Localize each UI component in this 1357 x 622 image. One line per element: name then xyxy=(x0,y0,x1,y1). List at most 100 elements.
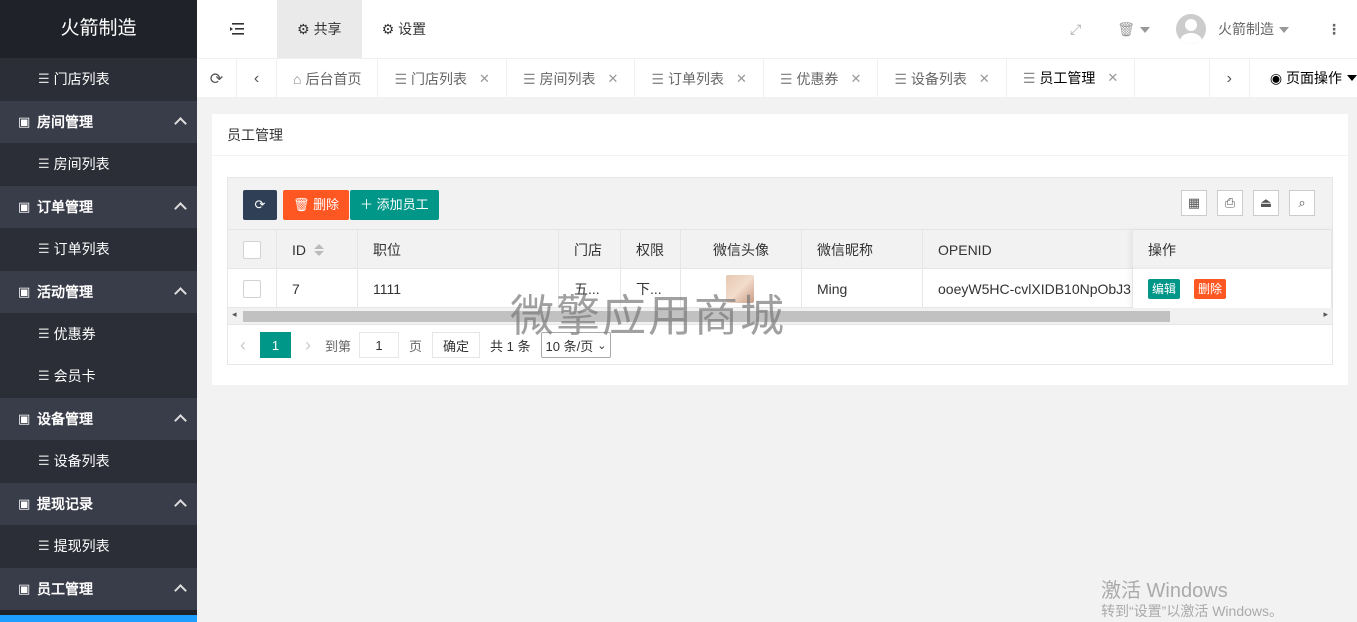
table-row: 7 1111 五... 下... Ming ooeyW5HC-cvlXIDB10… xyxy=(228,269,1332,308)
scrollbar-thumb[interactable] xyxy=(243,311,1170,322)
header-store: 门店 xyxy=(559,230,621,269)
scroll-right-icon[interactable]: ▸ xyxy=(1323,309,1328,320)
user-avatar[interactable] xyxy=(1176,14,1206,44)
trash-dropdown[interactable]: 🗑 xyxy=(1117,21,1150,38)
refresh-tab-button[interactable]: ⟳ xyxy=(197,59,237,99)
sidebar-item-11[interactable]: ☰ 提现列表 xyxy=(0,525,197,567)
search-button[interactable]: ⌕ xyxy=(1289,190,1315,216)
sidebar-item-9[interactable]: ☰ 设备列表 xyxy=(0,440,197,482)
header-id[interactable]: ID xyxy=(277,230,358,269)
share-menu[interactable]: ⚙ 共享 xyxy=(277,0,362,58)
table-header-row: ID 职位 门店 权限 微信头像 微信昵称 OPENID 操作 xyxy=(228,230,1332,269)
tab-label: 订单列表 xyxy=(667,71,724,87)
scroll-left-icon[interactable]: ◂ xyxy=(232,309,237,320)
sort-icon[interactable] xyxy=(314,243,324,256)
page-unit-label: 页 xyxy=(409,338,423,354)
settings-menu[interactable]: ⚙ 设置 xyxy=(362,0,447,58)
confirm-button[interactable]: 确定 xyxy=(432,332,481,358)
sidebar-item-2[interactable]: ☰ 房间列表 xyxy=(0,143,197,185)
tabs-prev-button[interactable]: ‹ xyxy=(237,59,277,99)
print-button[interactable]: ⎙ xyxy=(1217,190,1243,216)
chevron-right-icon: › xyxy=(1226,70,1232,87)
export-button[interactable]: ⏏ xyxy=(1253,190,1279,216)
sidebar-group-label: 提现记录 xyxy=(37,496,93,512)
tab-2[interactable]: ☰ 房间列表 ✕ xyxy=(507,59,636,97)
page-jump-input[interactable]: 1 xyxy=(359,332,400,358)
horizontal-scrollbar[interactable]: ◂ ▸ xyxy=(228,308,1332,325)
search-doc-icon: ▣ xyxy=(18,199,31,214)
close-icon[interactable]: ✕ xyxy=(979,71,990,87)
chevron-up-icon xyxy=(174,202,187,215)
next-page-icon[interactable]: › xyxy=(305,335,311,356)
tab-3[interactable]: ☰ 订单列表 ✕ xyxy=(635,59,764,97)
sidebar-item-7[interactable]: ☰ 会员卡 xyxy=(0,355,197,397)
wechat-avatar-image xyxy=(726,274,754,303)
cell-avatar xyxy=(681,269,802,308)
app-logo: 火箭制造 xyxy=(0,0,197,58)
menu-toggle-button[interactable] xyxy=(197,0,277,58)
sidebar-item-4[interactable]: ☰ 订单列表 xyxy=(0,228,197,270)
chevron-left-icon: ‹ xyxy=(253,70,260,87)
tab-1[interactable]: ☰ 门店列表 ✕ xyxy=(378,59,507,97)
chevron-up-icon xyxy=(174,499,187,512)
header-perm: 权限 xyxy=(621,230,681,269)
sidebar-group-10[interactable]: ▣ 提现记录 xyxy=(0,482,197,525)
tab-0[interactable]: ⌂ 后台首页 xyxy=(277,59,379,97)
prev-page-icon[interactable]: ‹ xyxy=(240,335,246,356)
close-icon[interactable]: ✕ xyxy=(850,71,861,87)
select-all-checkbox[interactable] xyxy=(243,240,261,259)
sidebar-active-indicator xyxy=(0,615,197,622)
tab-label: 员工管理 xyxy=(1039,70,1096,86)
sidebar-group-12[interactable]: ▣ 员工管理 xyxy=(0,567,197,610)
goto-label: 到第 xyxy=(325,338,352,354)
tab-label: 设备列表 xyxy=(910,71,967,87)
header-id-label: ID xyxy=(292,241,306,258)
search-icon: ⌕ xyxy=(1298,195,1306,210)
tab-6[interactable]: ☰ 员工管理 ✕ xyxy=(1007,59,1136,97)
sidebar-group-8[interactable]: ▣ 设备管理 xyxy=(0,397,197,440)
sidebar-item-0[interactable]: ☰ 门店列表 xyxy=(0,58,197,100)
sidebar-item-6[interactable]: ☰ 优惠券 xyxy=(0,313,197,355)
page-ops-menu[interactable]: ◉ 页面操作 xyxy=(1250,59,1357,97)
fullscreen-icon[interactable]: ⤢ xyxy=(1070,21,1081,38)
sidebar-item-label: 提现列表 xyxy=(53,538,110,554)
menu-fold-icon xyxy=(230,23,244,35)
refresh-button[interactable]: ⟳ xyxy=(243,190,277,220)
panel-title: 员工管理 xyxy=(212,114,1348,156)
row-delete-button[interactable]: 删除 xyxy=(1194,278,1227,299)
page-tabs: ⟳ ‹ ⌂ 后台首页 ☰ 门店列表 ✕ ☰ 房间列表 ✕ ☰ 订单列表 ✕ ☰ 优惠券 ✕ ☰ 设备列表 ✕ ☰ 员… xyxy=(197,58,1357,99)
user-name: 火箭制造 xyxy=(1218,21,1274,37)
caret-down-icon xyxy=(1279,27,1289,34)
cell-nick: Ming xyxy=(802,269,923,308)
page-size-select[interactable]: 10 条/页 ⌄ xyxy=(540,332,612,358)
edit-button[interactable]: 编辑 xyxy=(1148,278,1181,299)
list-icon: ☰ xyxy=(894,70,907,87)
close-icon[interactable]: ✕ xyxy=(736,71,747,87)
close-icon[interactable]: ✕ xyxy=(1107,70,1118,86)
list-icon: ☰ xyxy=(1022,69,1036,86)
home-icon: ⌂ xyxy=(293,71,302,87)
header-ops: 操作 xyxy=(1132,230,1332,269)
print-icon: ⎙ xyxy=(1224,195,1236,210)
close-icon[interactable]: ✕ xyxy=(479,71,490,87)
sidebar-group-3[interactable]: ▣ 订单管理 xyxy=(0,185,197,228)
chevron-up-icon xyxy=(174,287,187,300)
more-icon[interactable]: ⋮ xyxy=(1327,21,1341,38)
page-current[interactable]: 1 xyxy=(260,332,291,358)
add-staff-label: 添加员工 xyxy=(376,197,429,212)
sidebar-group-5[interactable]: ▣ 活动管理 xyxy=(0,270,197,313)
tab-5[interactable]: ☰ 设备列表 ✕ xyxy=(878,59,1007,97)
delete-button[interactable]: 🗑 删除 xyxy=(283,190,350,220)
tabs-next-button[interactable]: › xyxy=(1210,59,1250,99)
sidebar-group-1[interactable]: ▣ 房间管理 xyxy=(0,100,197,143)
gear-icon: ⚙ xyxy=(381,20,395,37)
sidebar-nav: ☰ 门店列表 ▣ 房间管理 ☰ 房间列表 ▣ 订单管理 ☰ 订单列表 ▣ 活动管理 ☰ 优惠券 ☰ 会员卡 ▣ 设… xyxy=(0,58,197,610)
columns-button[interactable]: ▦ xyxy=(1181,190,1207,216)
row-checkbox[interactable] xyxy=(243,279,261,298)
tab-4[interactable]: ☰ 优惠券 ✕ xyxy=(764,59,879,97)
add-staff-button[interactable]: ＋ 添加员工 xyxy=(350,190,439,220)
sidebar-group-label: 订单管理 xyxy=(37,199,93,215)
close-icon[interactable]: ✕ xyxy=(608,71,619,87)
user-menu[interactable]: 火箭制造 xyxy=(1218,19,1289,39)
chevron-up-icon xyxy=(174,414,187,427)
